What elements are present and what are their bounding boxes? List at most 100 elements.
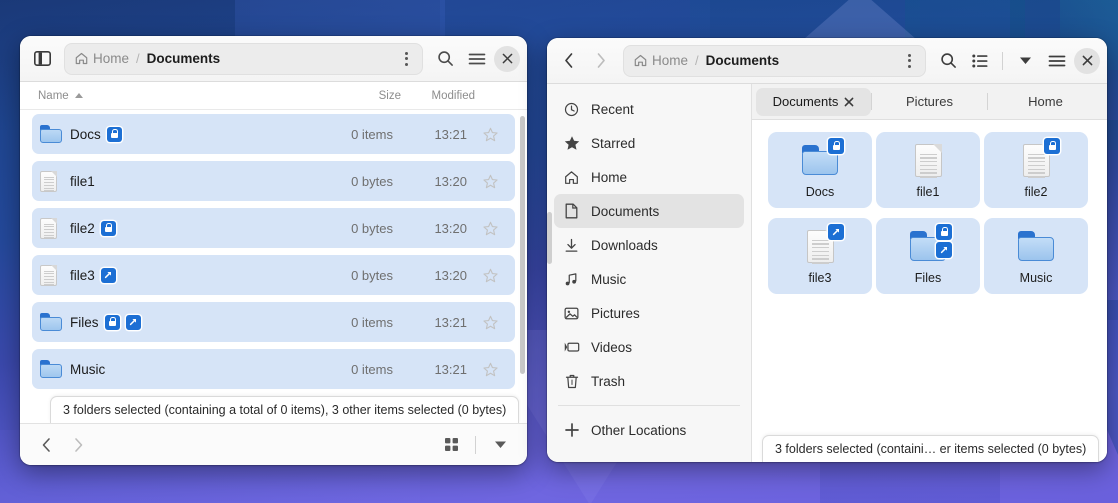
forward-chevron-icon[interactable] [586,46,616,76]
sidebar-item-downloads[interactable]: Downloads [554,228,744,262]
grid-item-label: file1 [916,185,940,199]
row-size: 0 bytes [351,267,393,283]
main-menu-icon[interactable] [462,44,492,74]
column-header-modified[interactable]: Modified [401,90,479,102]
back-chevron-icon[interactable] [32,431,60,459]
grid-item[interactable]: Files [876,218,980,294]
breadcrumb[interactable]: Home / Documents [623,44,926,77]
sidebar-item-home[interactable]: Home [554,160,744,194]
sidebar-item-starred[interactable]: Starred [554,126,744,160]
row-name-label: file1 [70,173,95,189]
right-window-body: Recent Starred Home Documents Downloads Music… [547,84,1107,462]
close-icon[interactable] [494,45,520,72]
column-header-size[interactable]: Size [327,90,401,102]
search-icon[interactable] [933,46,963,76]
sidebar-item-label: Music [591,271,627,287]
file-list[interactable]: Docs 0 items 13:21 file1 0 bytes 13:20 file2 0 … [20,110,527,423]
folder-icon [1018,231,1054,261]
main-menu-icon[interactable] [1042,46,1072,76]
row-name: file2 [70,220,319,236]
grid-item[interactable]: file2 [984,132,1088,208]
trash-icon [563,374,580,389]
sidebar-item-documents[interactable]: Documents [554,194,744,228]
status-text: 3 folders selected (containing a total o… [63,403,507,417]
row-name-label: file2 [70,220,95,236]
icon-grid[interactable]: Docs file1 file2 file3 Files Music 3 folders … [752,120,1107,462]
document-icon [40,217,57,239]
folder-icon [40,360,62,378]
row-modified: 13:20 [434,267,467,283]
row-modified: 13:21 [434,314,467,330]
sidebar-item-label: Trash [591,373,626,389]
chevron-down-icon[interactable] [485,430,515,460]
symlink-emblem-icon [936,242,952,258]
folder-icon [40,125,62,143]
left-footer-toolbar [20,423,527,465]
download-icon [563,238,580,253]
breadcrumb-separator: / [136,51,140,66]
sidebar-item-music[interactable]: Music [554,262,744,296]
star-icon[interactable] [471,315,509,330]
star-icon [563,135,580,151]
sidebar-scrollbar[interactable] [547,212,552,264]
breadcrumb-current[interactable]: Documents [147,51,221,66]
grid-item[interactable]: Docs [768,132,872,208]
footer-divider [475,435,476,454]
table-row[interactable]: file3 0 bytes 13:20 [32,255,515,295]
sidebar-item-trash[interactable]: Trash [554,364,744,398]
star-icon[interactable] [471,362,509,377]
breadcrumb[interactable]: Home / Documents [64,42,423,75]
status-bar: 3 folders selected (containi… er items s… [762,435,1100,462]
home-icon [563,170,580,185]
status-bar: 3 folders selected (containing a total o… [50,396,520,423]
forward-chevron-icon[interactable] [64,431,92,459]
tab-bar[interactable]: Documents Pictures Home [752,84,1107,120]
document-icon [563,203,580,219]
sort-ascending-icon [74,93,83,98]
star-icon[interactable] [471,127,509,142]
tab-documents[interactable]: Documents [756,87,871,116]
star-icon[interactable] [471,268,509,283]
sidebar-item-recent[interactable]: Recent [554,92,744,126]
star-icon[interactable] [471,221,509,236]
search-icon[interactable] [430,44,460,74]
tab-close-icon[interactable] [844,95,854,109]
table-row[interactable]: Docs 0 items 13:21 [32,114,515,154]
row-name: Docs [70,126,319,142]
tab-home[interactable]: Home [988,88,1103,116]
table-row[interactable]: file1 0 bytes 13:20 [32,161,515,201]
table-row[interactable]: Music 0 items 13:21 [32,349,515,389]
sidebar-item-videos[interactable]: Videos [554,330,744,364]
sidebar-item-pictures[interactable]: Pictures [554,296,744,330]
breadcrumb-current[interactable]: Documents [706,53,780,68]
column-header-name[interactable]: Name [38,90,327,102]
sidebar-toggle-icon[interactable] [27,44,57,74]
view-options-icon[interactable] [897,48,921,74]
file-manager-window-list-view[interactable]: Home / Documents Name Size Modified Docs… [20,36,527,465]
grid-item-label: Files [914,271,942,285]
tab-pictures[interactable]: Pictures [872,88,987,116]
grid-item[interactable]: Music [984,218,1088,294]
breadcrumb-home[interactable]: Home [634,53,688,68]
star-icon[interactable] [471,174,509,189]
places-sidebar[interactable]: Recent Starred Home Documents Downloads Music… [547,84,752,462]
lock-emblem-icon [1044,138,1060,154]
column-header-name-label: Name [38,89,69,102]
sidebar-item-other-locations[interactable]: Other Locations [554,413,744,447]
grid-item[interactable]: file1 [876,132,980,208]
table-row[interactable]: Files 0 items 13:21 [32,302,515,342]
breadcrumb-home[interactable]: Home [75,51,129,66]
view-options-icon[interactable] [394,46,418,72]
grid-item[interactable]: file3 [768,218,872,294]
grid-view-icon[interactable] [436,430,466,460]
row-icon [40,170,70,192]
list-view-icon[interactable] [965,46,995,76]
back-chevron-icon[interactable] [554,46,584,76]
table-row[interactable]: file2 0 bytes 13:20 [32,208,515,248]
row-size: 0 items [351,361,393,377]
chevron-down-icon[interactable] [1010,46,1040,76]
file-manager-window-grid-view[interactable]: Home / Documents Recent Starred Home Doc… [547,38,1107,462]
list-scrollbar[interactable] [520,116,525,374]
close-icon[interactable] [1074,47,1100,74]
column-headers: Name Size Modified [20,82,527,110]
